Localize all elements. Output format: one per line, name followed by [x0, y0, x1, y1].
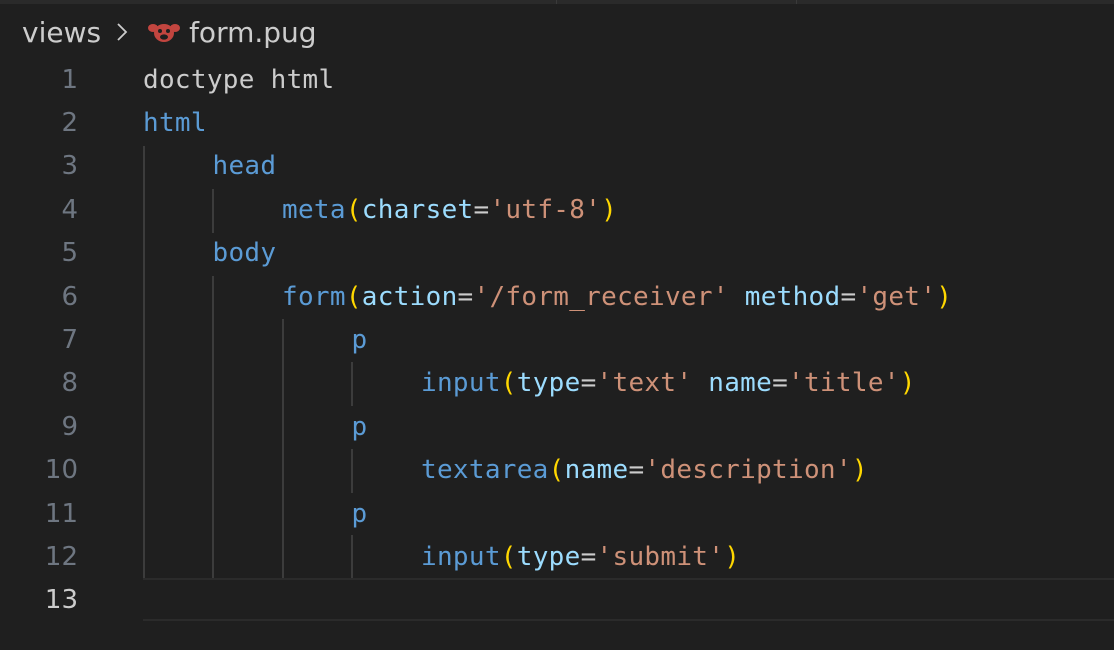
code-token-str: 'title' [788, 368, 900, 399]
tab-divider [556, 0, 557, 4]
line-number: 4 [61, 194, 78, 225]
code-token-op [729, 282, 745, 312]
code-text: input(type='text' name='title') [421, 368, 916, 398]
code-token-attr: type [516, 368, 581, 399]
code-token-op: = [457, 281, 474, 312]
code-line[interactable]: 1 doctype html [0, 58, 1114, 101]
code-text: textarea(name='description') [421, 455, 868, 485]
code-line[interactable]: 10 textarea(name='description') [0, 449, 1114, 492]
code-token-paren: ) [899, 368, 916, 399]
code-editor[interactable]: 1 doctype html 2 html 3 head 4 meta(charset='ut… [0, 58, 1114, 650]
code-token-op: = [628, 455, 645, 486]
code-line[interactable]: 6 form(action='/form_receiver' method='ge… [0, 275, 1114, 318]
code-token-paren: ( [345, 194, 362, 225]
code-token-tag: html [143, 108, 207, 139]
code-token-str: 'get' [856, 281, 937, 312]
code-token-tag: head [212, 151, 277, 182]
code-token-paren: ( [500, 368, 517, 399]
code-token-attr: action [361, 281, 458, 312]
code-token-paren: ) [936, 281, 953, 312]
code-line[interactable]: 11 p [0, 492, 1114, 535]
code-text: html [143, 108, 207, 138]
code-token-attr: name [708, 368, 773, 399]
code-token-paren: ) [724, 542, 741, 573]
line-number: 10 [44, 455, 78, 486]
code-token-op: = [840, 281, 857, 312]
code-text: p [352, 412, 368, 442]
code-token-op [692, 368, 708, 398]
code-token-paren: ( [548, 455, 565, 486]
code-text: body [213, 238, 277, 268]
code-token-op: = [473, 194, 490, 225]
tab-strip-edge [0, 0, 1114, 4]
code-text: p [352, 499, 368, 529]
code-line[interactable]: 13 [0, 579, 1114, 622]
code-text: input(type='submit') [421, 542, 740, 572]
code-token-op: = [772, 368, 789, 399]
code-line[interactable]: 9p [0, 405, 1114, 448]
code-token-kw: doctype html [143, 64, 335, 95]
code-token-paren: ( [345, 281, 362, 312]
code-token-str: 'text' [596, 368, 693, 399]
code-token-str: '/form_receiver' [473, 281, 729, 312]
code-token-tag: p [351, 411, 368, 442]
line-number: 8 [61, 368, 78, 399]
breadcrumb-folder[interactable]: views [22, 16, 101, 49]
code-token-paren: ( [500, 542, 517, 573]
code-text: doctype html [143, 65, 334, 95]
code-token-paren: ) [601, 194, 618, 225]
code-line[interactable]: 12 input(type='submit') [0, 535, 1114, 578]
line-number: 2 [61, 108, 78, 139]
code-token-tag: input [421, 542, 501, 573]
code-text: p [352, 325, 368, 355]
line-number: 11 [44, 498, 78, 529]
code-line[interactable]: 4 meta(charset='utf-8') [0, 188, 1114, 231]
code-token-str: 'utf-8' [489, 194, 602, 225]
code-text: head [213, 151, 277, 181]
breadcrumb-file[interactable]: form.pug [189, 16, 316, 49]
code-token-str: 'description' [644, 455, 852, 486]
code-token-attr: charset [361, 194, 474, 225]
code-token-tag: meta [282, 194, 346, 225]
code-token-tag: body [212, 238, 277, 269]
code-text: form(action='/form_receiver' method='get… [282, 282, 952, 312]
line-number: 5 [61, 238, 78, 269]
code-line[interactable]: 7p [0, 318, 1114, 361]
pug-icon [148, 24, 181, 42]
code-token-op: = [580, 542, 597, 573]
code-token-attr: name [564, 455, 629, 486]
code-line[interactable]: 2 html [0, 101, 1114, 144]
code-line[interactable]: 5 body [0, 232, 1114, 275]
line-number: 12 [44, 542, 78, 573]
code-token-attr: method [744, 281, 841, 312]
line-number: 3 [61, 151, 78, 182]
line-number: 7 [61, 325, 78, 356]
code-token-tag: input [421, 368, 501, 399]
line-number: 1 [61, 64, 78, 95]
code-token-attr: type [516, 542, 581, 573]
line-number: 9 [61, 411, 78, 442]
code-token-op: = [580, 368, 597, 399]
code-line[interactable]: 3 head [0, 145, 1114, 188]
code-token-tag: textarea [421, 455, 549, 486]
chevron-right-icon [117, 23, 128, 41]
tab-divider [796, 0, 797, 4]
breadcrumb: views form.pug [22, 10, 317, 54]
code-token-paren: ) [851, 455, 868, 486]
code-token-str: 'submit' [596, 542, 725, 573]
line-number: 13 [44, 585, 78, 616]
code-token-tag: p [351, 325, 368, 356]
code-text: meta(charset='utf-8') [282, 195, 617, 225]
code-token-tag: p [351, 498, 368, 529]
code-line[interactable]: 8 input(type='text' name='title') [0, 362, 1114, 405]
line-number: 6 [61, 281, 78, 312]
code-token-tag: form [282, 281, 346, 312]
editor-window: views form.pug 1 doctype html 2 html 3 head 4 m… [0, 0, 1114, 650]
